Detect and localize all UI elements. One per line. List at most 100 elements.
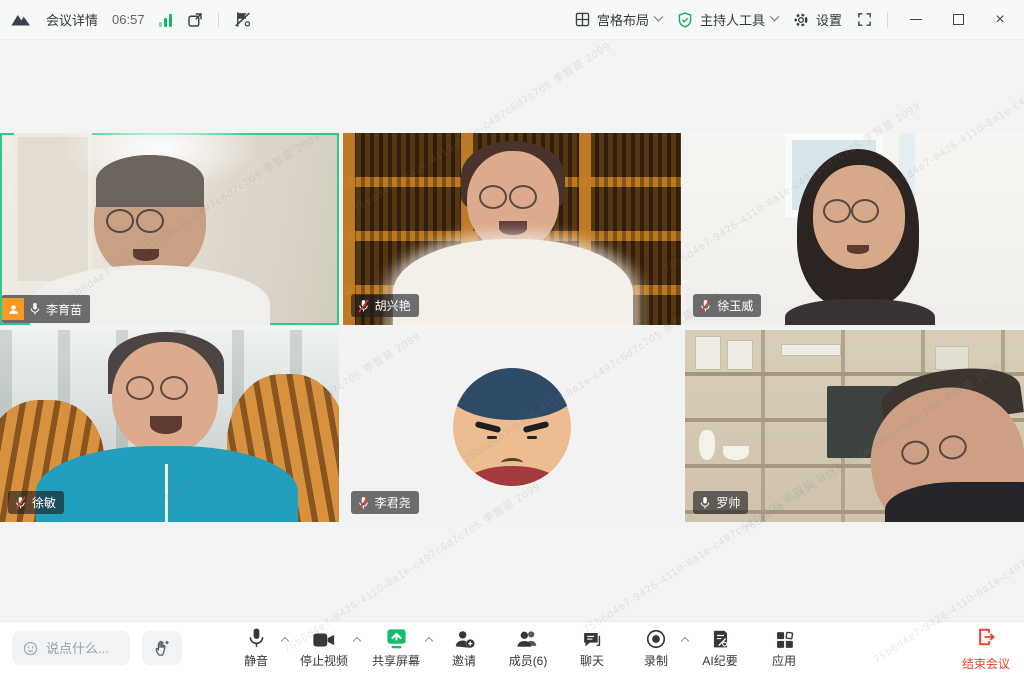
participant-namebar: 徐敏 xyxy=(8,491,64,514)
participant-namebar: 罗帅 xyxy=(693,491,748,514)
chevron-down-icon xyxy=(770,12,780,22)
titlebar-divider xyxy=(887,12,888,28)
settings-button[interactable]: 设置 xyxy=(792,10,842,29)
shelf-box xyxy=(695,336,721,370)
invite-person-icon xyxy=(453,626,476,650)
gear-icon xyxy=(792,11,810,29)
participant-name: 罗帅 xyxy=(716,494,740,511)
shelf-box xyxy=(781,344,841,356)
mute-button[interactable]: 静音 xyxy=(236,626,276,669)
participant-name: 徐敏 xyxy=(32,494,56,511)
mic-muted-icon xyxy=(14,496,27,510)
app-logo-icon xyxy=(10,11,32,29)
shelf-bowl xyxy=(723,446,749,460)
avatar-eye xyxy=(487,436,497,439)
shelf-box xyxy=(727,340,753,370)
ai-notes-label: AI纪要 xyxy=(702,652,737,669)
mic-muted-icon xyxy=(699,299,712,313)
layout-menu-button[interactable]: 宫格布局 xyxy=(574,10,662,29)
mouth xyxy=(133,249,159,261)
chat-button[interactable]: 聊天 xyxy=(572,626,612,669)
layout-menu-label: 宫格布局 xyxy=(597,10,649,29)
smiley-icon[interactable] xyxy=(22,640,39,657)
participant-hair xyxy=(96,155,204,207)
record-icon xyxy=(645,626,667,650)
chat-bubble-icon xyxy=(581,626,603,650)
participant-namebar: 李君尧 xyxy=(351,491,419,514)
stop-video-button[interactable]: 停止视频 xyxy=(300,626,348,669)
mouth xyxy=(150,416,182,434)
shield-check-icon xyxy=(676,11,694,29)
network-signal-icon[interactable] xyxy=(159,13,172,27)
video-tile-xumin[interactable]: 徐敏 xyxy=(0,330,339,522)
video-options-chevron[interactable] xyxy=(353,637,361,645)
end-meeting-icon xyxy=(975,626,997,653)
video-tile-liyumiao[interactable]: 李育苗 xyxy=(0,133,339,325)
invite-label: 邀请 xyxy=(452,652,476,669)
members-button[interactable]: 成员(6) xyxy=(508,626,548,669)
titlebar-divider xyxy=(218,12,219,28)
video-tile-lijunyao[interactable]: 李君尧 xyxy=(343,330,682,522)
close-button[interactable]: × xyxy=(986,7,1014,33)
share-screen-label: 共享屏幕 xyxy=(372,652,420,669)
participant-name: 胡兴艳 xyxy=(375,297,411,314)
flag-slash-icon[interactable] xyxy=(233,10,252,29)
mic-options-chevron[interactable] xyxy=(281,637,289,645)
participant-namebar: 李育苗 xyxy=(2,295,90,323)
shelf-box xyxy=(935,346,969,370)
fullscreen-button[interactable] xyxy=(856,11,873,28)
video-tile-xuyuwei[interactable]: 徐玉威 xyxy=(685,133,1024,325)
apps-button[interactable]: 应用 xyxy=(764,626,804,669)
glasses xyxy=(106,209,164,231)
quick-chat-input[interactable] xyxy=(46,641,126,656)
chevron-down-icon xyxy=(654,12,664,22)
titlebar: 会议详情 06:57 宫格布局 主持人工具 xyxy=(0,0,1024,40)
host-tools-button[interactable]: 主持人工具 xyxy=(676,10,778,29)
host-tools-label: 主持人工具 xyxy=(700,10,765,29)
participant-avatar xyxy=(453,368,571,486)
record-button[interactable]: 录制 xyxy=(636,626,676,669)
ai-notes-button[interactable]: AI纪要 xyxy=(700,626,740,669)
end-meeting-label: 结束会议 xyxy=(962,655,1010,672)
ai-notes-icon xyxy=(710,626,731,650)
camera-icon xyxy=(312,626,336,650)
mic-icon xyxy=(246,626,267,650)
quick-chat-pill[interactable] xyxy=(12,631,130,665)
meeting-duration: 06:57 xyxy=(112,12,145,27)
mic-muted-icon xyxy=(357,299,370,313)
settings-label: 设置 xyxy=(816,10,842,29)
participant-shirt xyxy=(785,299,935,325)
minimize-button[interactable] xyxy=(902,7,930,33)
members-icon xyxy=(516,626,540,650)
avatar-eye xyxy=(527,436,537,439)
meeting-details-button[interactable]: 会议详情 xyxy=(46,10,98,29)
participant-name: 徐玉威 xyxy=(717,297,753,314)
glasses xyxy=(823,199,879,219)
invite-button[interactable]: 邀请 xyxy=(444,626,484,669)
record-label: 录制 xyxy=(644,652,668,669)
grid-layout-icon xyxy=(574,11,591,28)
mouth xyxy=(499,221,527,235)
record-options-chevron[interactable] xyxy=(681,637,689,645)
video-tile-huxingyan[interactable]: 胡兴艳 xyxy=(343,133,682,325)
raise-hand-button[interactable] xyxy=(142,631,182,665)
avatar-eyebrow xyxy=(523,421,550,433)
maximize-button[interactable] xyxy=(944,7,972,33)
share-screen-icon xyxy=(385,626,408,650)
participant-name: 李育苗 xyxy=(46,301,82,318)
share-screen-button[interactable]: 共享屏幕 xyxy=(372,626,420,669)
shelf-vase xyxy=(699,430,715,460)
end-meeting-button[interactable]: 结束会议 xyxy=(962,626,1010,672)
avatar-collar xyxy=(461,466,563,486)
mic-on-icon xyxy=(29,302,41,316)
share-options-chevron[interactable] xyxy=(425,637,433,645)
avatar-hair xyxy=(453,368,571,420)
mute-label: 静音 xyxy=(244,652,268,669)
apps-grid-icon xyxy=(774,626,795,650)
video-tile-luoshuai[interactable]: 罗帅 xyxy=(685,330,1024,522)
tool-buttons: 静音 停止视频 共享屏幕 邀请 成员(6) xyxy=(236,626,804,669)
chat-label: 聊天 xyxy=(580,652,604,669)
open-external-icon[interactable] xyxy=(186,11,204,29)
avatar-eyebrow xyxy=(475,421,502,433)
stop-video-label: 停止视频 xyxy=(300,652,348,669)
